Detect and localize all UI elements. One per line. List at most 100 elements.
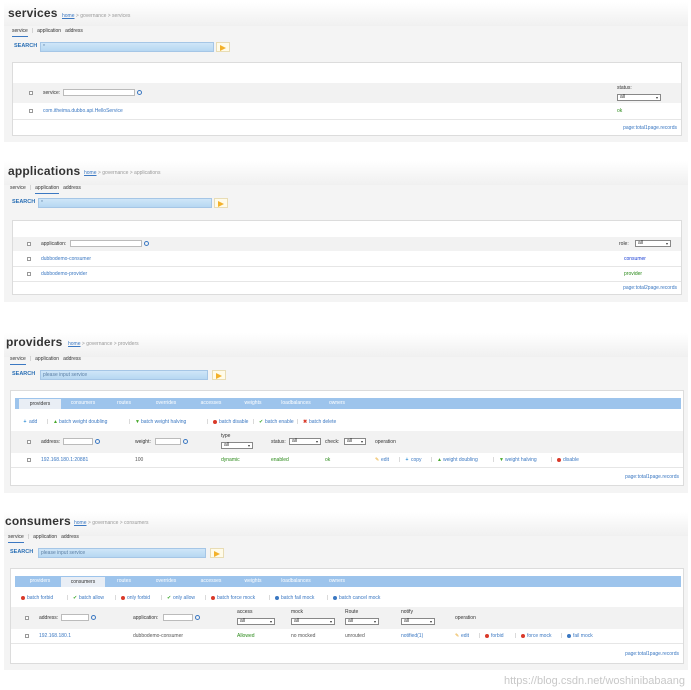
disable-button[interactable]: disable: [557, 457, 579, 463]
tab-providers[interactable]: providers: [19, 399, 61, 409]
search-go-icon[interactable]: [212, 370, 226, 380]
search-icon[interactable]: [195, 615, 200, 620]
batch-force-mock-button[interactable]: batch force mock: [211, 595, 255, 601]
force-mock-button[interactable]: force mock: [521, 633, 551, 639]
application-name-link[interactable]: dubbodemo-provider: [41, 271, 87, 277]
tab-accesses[interactable]: accesses: [189, 576, 233, 587]
tab-weights[interactable]: weights: [233, 398, 273, 409]
select-all-checkbox[interactable]: [27, 242, 31, 246]
service-filter-label: service:: [43, 90, 61, 96]
mock-filter-select[interactable]: all: [291, 618, 335, 625]
batch-delete-button[interactable]: ✖ batch delete: [303, 419, 336, 425]
batch-enable-button[interactable]: ✔ batch enable: [259, 419, 294, 425]
service-filter-input[interactable]: [63, 89, 135, 96]
address-filter-input[interactable]: [63, 438, 93, 445]
row-checkbox[interactable]: [25, 634, 29, 638]
weight-halving-button[interactable]: ▼weight halving: [499, 457, 537, 463]
tab-accesses[interactable]: accesses: [189, 398, 233, 409]
tab-owners[interactable]: owners: [319, 576, 355, 587]
search-icon[interactable]: [91, 615, 96, 620]
batch-weight-halving-button[interactable]: ▼batch weight halving: [135, 419, 186, 425]
batch-disable-button[interactable]: batch disable: [213, 419, 248, 425]
status-filter-select[interactable]: all: [617, 94, 661, 101]
tab-overrides[interactable]: overrides: [143, 398, 189, 409]
row-checkbox[interactable]: [29, 109, 33, 113]
only-allow-button[interactable]: ✔ only allow: [167, 595, 195, 601]
type-filter-select[interactable]: all: [221, 442, 253, 449]
tab-loadbalances[interactable]: loadbalances: [273, 576, 319, 587]
search-icon[interactable]: [95, 439, 100, 444]
select-all-checkbox[interactable]: [29, 91, 33, 95]
check-filter-select[interactable]: all: [344, 438, 366, 445]
tab-application[interactable]: application: [35, 356, 59, 362]
tab-address[interactable]: address: [61, 534, 79, 540]
tab-address[interactable]: address: [63, 356, 81, 362]
breadcrumb-home-link[interactable]: home: [74, 520, 87, 526]
tab-loadbalances[interactable]: loadbalances: [273, 398, 319, 409]
row-checkbox[interactable]: [27, 257, 31, 261]
tab-owners[interactable]: owners: [319, 398, 355, 409]
service-name-link[interactable]: com.itheima.dubbo.api.HelloService: [43, 108, 123, 114]
tab-providers[interactable]: providers: [19, 576, 61, 587]
notify-filter-select[interactable]: all: [401, 618, 435, 625]
weight-filter-input[interactable]: [155, 438, 181, 445]
access-filter-select[interactable]: all: [237, 618, 275, 625]
search-input[interactable]: *: [40, 42, 214, 52]
tab-service[interactable]: service: [12, 28, 28, 34]
batch-allow-button[interactable]: ✔ batch allow: [73, 595, 104, 601]
tab-consumers[interactable]: consumers: [61, 577, 105, 587]
arrow-down-icon: ▼: [135, 418, 140, 425]
application-name-link[interactable]: dubbodemo-consumer: [41, 256, 91, 262]
batch-fail-mock-button[interactable]: batch fail mock: [275, 595, 314, 601]
breadcrumb-home-link[interactable]: home: [84, 170, 97, 176]
only-forbid-button[interactable]: only forbid: [121, 595, 150, 601]
status-filter-select[interactable]: all: [289, 438, 321, 445]
tab-overrides[interactable]: overrides: [143, 576, 189, 587]
notify-link[interactable]: notified(1): [401, 633, 423, 639]
tab-address[interactable]: address: [63, 185, 81, 191]
tab-service[interactable]: service: [10, 185, 26, 191]
select-all-checkbox[interactable]: [27, 440, 31, 444]
tab-routes[interactable]: routes: [105, 576, 143, 587]
row-checkbox[interactable]: [27, 458, 31, 462]
add-button[interactable]: + add: [23, 419, 38, 425]
provider-address-link[interactable]: 192.168.180.1:20881: [41, 457, 88, 463]
breadcrumb-home-link[interactable]: home: [68, 341, 81, 347]
tab-service[interactable]: service: [10, 356, 26, 362]
search-input[interactable]: *: [38, 198, 212, 208]
tab-service[interactable]: service: [8, 534, 24, 540]
select-all-checkbox[interactable]: [25, 616, 29, 620]
tab-routes[interactable]: routes: [105, 398, 143, 409]
tab-consumers[interactable]: consumers: [61, 398, 105, 409]
batch-forbid-button[interactable]: batch forbid: [21, 595, 53, 601]
batch-weight-doubling-button[interactable]: ▲batch weight doubling: [53, 419, 107, 425]
search-go-icon[interactable]: [214, 198, 228, 208]
application-filter-input[interactable]: [70, 240, 142, 247]
search-input[interactable]: please input service: [38, 548, 206, 558]
tab-address[interactable]: address: [65, 28, 83, 34]
row-checkbox[interactable]: [27, 272, 31, 276]
fail-mock-button[interactable]: fail mock: [567, 633, 593, 639]
search-icon[interactable]: [183, 439, 188, 444]
search-go-icon[interactable]: [216, 42, 230, 52]
tab-application[interactable]: application: [33, 534, 57, 540]
edit-button[interactable]: ✎ edit: [375, 457, 389, 463]
tab-application[interactable]: application: [35, 185, 59, 191]
batch-cancel-mock-button[interactable]: batch cancel mock: [333, 595, 380, 601]
breadcrumb-home-link[interactable]: home: [62, 13, 75, 19]
route-filter-select[interactable]: all: [345, 618, 379, 625]
consumer-address-link[interactable]: 192.168.180.1: [39, 633, 71, 639]
search-icon[interactable]: [137, 90, 142, 95]
forbid-button[interactable]: forbid: [485, 633, 504, 639]
search-input[interactable]: please input service: [40, 370, 208, 380]
search-go-icon[interactable]: [210, 548, 224, 558]
search-icon[interactable]: [144, 241, 149, 246]
tab-application[interactable]: application: [37, 28, 61, 34]
copy-button[interactable]: + copy: [405, 457, 422, 463]
application-filter-input[interactable]: [163, 614, 193, 621]
address-filter-input[interactable]: [61, 614, 89, 621]
role-filter-select[interactable]: all: [635, 240, 671, 247]
tab-weights[interactable]: weights: [233, 576, 273, 587]
weight-doubling-button[interactable]: ▲weight doubling: [437, 457, 478, 463]
edit-button[interactable]: ✎ edit: [455, 633, 469, 639]
